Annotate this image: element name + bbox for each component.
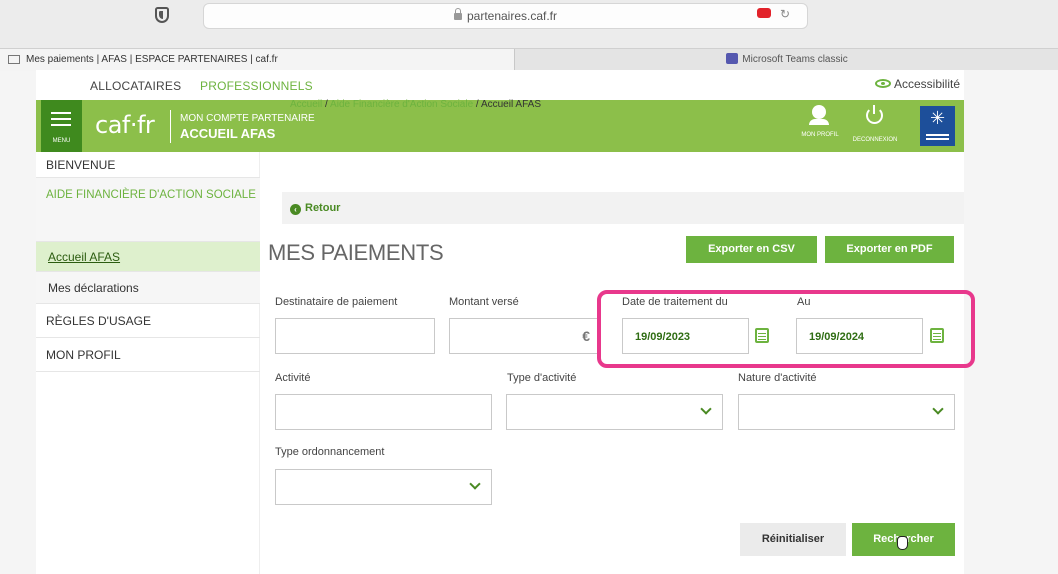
- breadcrumb-current: Accueil AFAS: [480, 99, 541, 110]
- teams-icon: [726, 53, 739, 64]
- montant-input[interactable]: €: [449, 318, 599, 354]
- browser-toolbar: partenaires.caf.fr ↻: [0, 0, 1058, 48]
- sidebar-item-regles-usage[interactable]: RÈGLES D'USAGE: [36, 304, 260, 338]
- user-profile-icon[interactable]: [809, 105, 829, 125]
- activite-input[interactable]: [275, 394, 492, 430]
- type-activite-label: Type d'activité: [507, 372, 577, 384]
- caf-logo[interactable]: caf·fr: [95, 111, 155, 139]
- retour-bar: ‹ Retour: [282, 192, 964, 224]
- reload-icon[interactable]: ↻: [780, 7, 790, 21]
- type-ordonnancement-select[interactable]: [275, 469, 492, 505]
- header-account-label: MON COMPTE PARTENAIRE: [180, 113, 315, 124]
- favicon-icon: [8, 55, 20, 64]
- reset-button[interactable]: Réinitialiser: [740, 523, 846, 556]
- top-nav: ALLOCATAIRES PROFESSIONNELS Accessibilit…: [36, 70, 964, 100]
- sidebar-item-accueil-afas[interactable]: Accueil AFAS: [36, 242, 260, 272]
- screen-record-icon[interactable]: [757, 8, 771, 18]
- republique-francaise-logo: [920, 106, 955, 146]
- chevron-left-icon: ‹: [290, 204, 301, 215]
- page-title: MES PAIEMENTS: [268, 240, 444, 265]
- type-activite-select[interactable]: [506, 394, 723, 430]
- privacy-shield-icon[interactable]: [155, 7, 169, 23]
- retour-link[interactable]: ‹ Retour: [290, 202, 340, 215]
- nav-professionnels[interactable]: PROFESSIONNELS: [200, 79, 313, 93]
- sidebar-item-bienvenue[interactable]: BIENVENUE: [36, 152, 260, 178]
- tab-mes-paiements[interactable]: Mes paiements | AFAS | ESPACE PARTENAIRE…: [0, 49, 515, 71]
- profile-label[interactable]: MON PROFIL: [800, 131, 840, 139]
- breadcrumb-accueil[interactable]: Accueil: [290, 99, 322, 110]
- header-page-label: ACCUEIL AFAS: [180, 126, 276, 141]
- activite-label: Activité: [275, 372, 311, 384]
- menu-button[interactable]: MENU: [41, 100, 82, 152]
- sidebar: BIENVENUE AIDE FINANCIÈRE D'ACTION SOCIA…: [36, 152, 260, 574]
- hamburger-icon: [51, 112, 71, 114]
- lock-icon: [453, 8, 462, 20]
- nature-activite-label: Nature d'activité: [738, 372, 817, 384]
- tab-teams[interactable]: Microsoft Teams classic: [516, 49, 1058, 71]
- browser-tab-bar: Mes paiements | AFAS | ESPACE PARTENAIRE…: [0, 48, 1058, 71]
- euro-icon: €: [582, 328, 590, 344]
- destinataire-label: Destinataire de paiement: [275, 296, 398, 308]
- power-icon[interactable]: [866, 105, 883, 124]
- logout-label[interactable]: DECONNEXION: [844, 137, 906, 143]
- nature-activite-select[interactable]: [738, 394, 955, 430]
- sidebar-item-mes-declarations[interactable]: Mes déclarations: [36, 272, 260, 304]
- type-ordonnancement-label: Type ordonnancement: [275, 446, 385, 458]
- address-bar[interactable]: partenaires.caf.fr: [203, 3, 808, 29]
- logo-divider: [170, 110, 171, 143]
- hand-cursor-icon: [897, 536, 908, 550]
- sidebar-item-aide-financiere[interactable]: AIDE FINANCIÈRE D'ACTION SOCIALE: [36, 178, 260, 242]
- export-csv-button[interactable]: Exporter en CSV: [686, 236, 817, 263]
- chevron-down-icon: [700, 403, 712, 415]
- url-text: partenaires.caf.fr: [466, 9, 558, 23]
- eye-icon: [874, 79, 891, 88]
- nav-allocataires[interactable]: ALLOCATAIRES: [90, 79, 181, 93]
- destinataire-input[interactable]: [275, 318, 435, 354]
- sidebar-item-mon-profil[interactable]: MON PROFIL: [36, 338, 260, 372]
- breadcrumb-aide-financiere[interactable]: Aide Financière d'Action Sociale: [330, 99, 473, 110]
- date-range-highlight: [597, 290, 975, 368]
- breadcrumb: Accueil / Aide Financière d'Action Socia…: [290, 99, 541, 110]
- chevron-down-icon: [469, 478, 481, 490]
- accessibility-link[interactable]: Accessibilité: [874, 77, 960, 91]
- export-pdf-button[interactable]: Exporter en PDF: [825, 236, 954, 263]
- montant-label: Montant versé: [449, 296, 519, 308]
- chevron-down-icon: [932, 403, 944, 415]
